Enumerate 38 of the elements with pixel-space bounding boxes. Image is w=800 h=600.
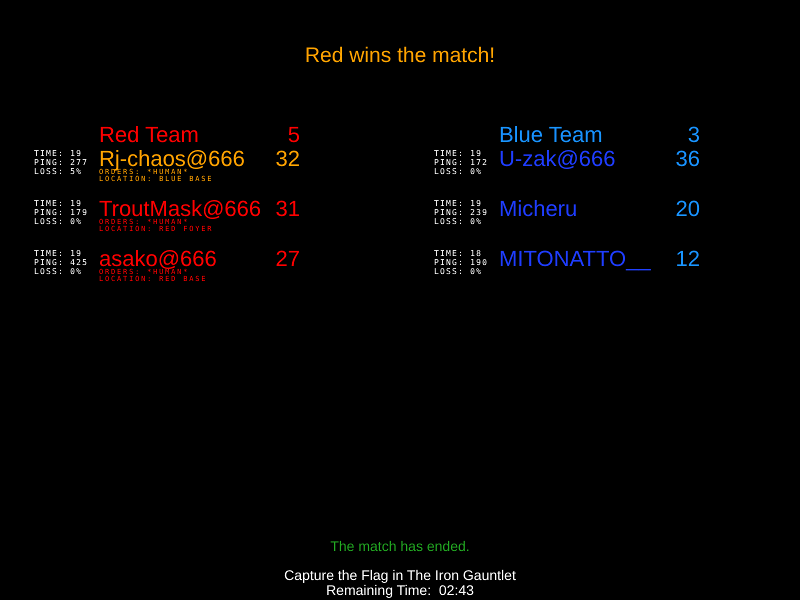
player-score: 36 — [676, 149, 700, 169]
player-stat: TIME: 19 — [34, 149, 82, 158]
match-result-title: Red wins the match! — [304, 44, 496, 68]
match-status: The match has ended. — [330, 539, 470, 554]
player-stat: PING: 239 — [434, 208, 488, 217]
player-stat: PING: 172 — [434, 158, 488, 167]
player-stat: TIME: 19 — [34, 199, 82, 208]
player-stat: TIME: 19 — [34, 249, 82, 258]
player-stat: LOSS: 0% — [434, 267, 482, 276]
player-stat: LOSS: 0% — [434, 167, 482, 176]
player-name: asako@666 — [99, 249, 217, 269]
player-stat: LOSS: 0% — [34, 217, 82, 226]
player-score: 12 — [676, 249, 700, 269]
player-stat: LOSS: 0% — [434, 217, 482, 226]
player-name: TroutMask@666 — [99, 199, 262, 219]
team-score: 3 — [688, 125, 700, 145]
player-name: MITONATTO__ — [499, 249, 651, 269]
remaining-time: Remaining Time: 02:43 — [326, 583, 474, 598]
team-name: Red Team — [99, 125, 199, 145]
player-stat: TIME: 18 — [434, 249, 482, 258]
player-stat: LOSS: 0% — [34, 267, 82, 276]
player-stat: PING: 179 — [34, 208, 88, 217]
game-mode-text: Capture the Flag in The Iron Gauntlet — [284, 568, 516, 583]
player-score: 32 — [276, 149, 300, 169]
player-name: U-zak@666 — [499, 149, 616, 169]
team-name: Blue Team — [499, 125, 603, 145]
player-score: 27 — [276, 249, 300, 269]
team-score: 5 — [288, 125, 300, 145]
player-stat: LOSS: 5% — [34, 167, 82, 176]
player-stat: PING: 425 — [34, 258, 88, 267]
player-stat: PING: 277 — [34, 158, 88, 167]
player-score: 31 — [276, 199, 300, 219]
player-stat: TIME: 19 — [434, 199, 482, 208]
player-name: Rj-chaos@666 — [99, 149, 245, 169]
player-name: Micheru — [499, 199, 578, 219]
player-stat: TIME: 19 — [434, 149, 482, 158]
player-score: 20 — [676, 199, 700, 219]
player-stat: PING: 190 — [434, 258, 488, 267]
